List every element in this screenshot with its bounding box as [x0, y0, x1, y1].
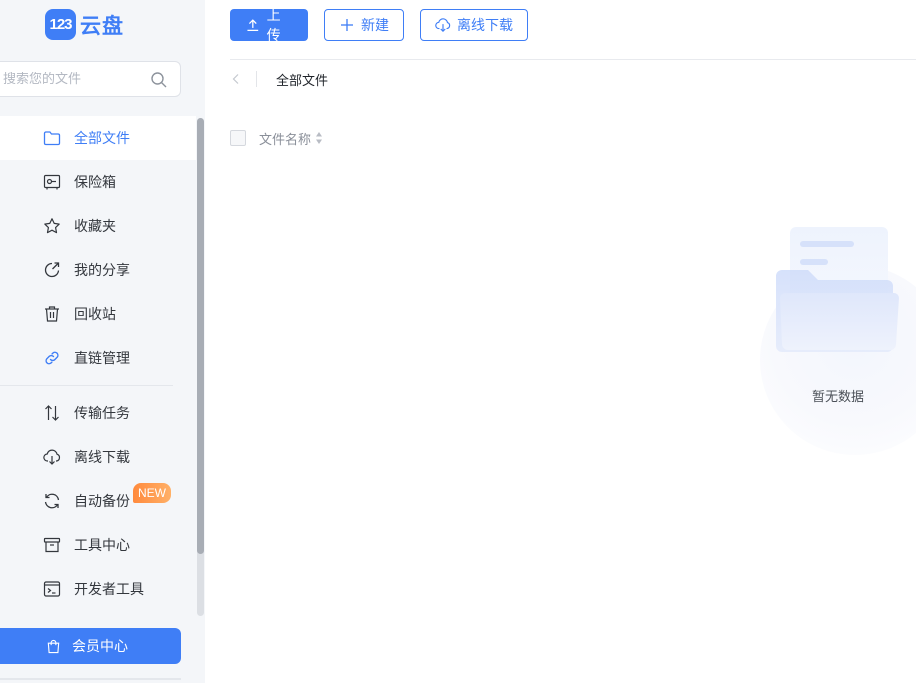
empty-state-text: 暂无数据: [812, 390, 865, 405]
sidebar-scrollbar[interactable]: [197, 118, 204, 616]
sidebar-item-label: 直链管理: [74, 351, 130, 367]
sidebar-item-label: 收藏夹: [74, 219, 116, 235]
terminal-icon: [42, 579, 62, 599]
cloud-download-icon: [435, 18, 451, 33]
toolbox-icon: [42, 535, 62, 555]
sync-icon: [42, 491, 62, 511]
logo-text: 云盘: [80, 13, 124, 38]
sidebar-item-label: 回收站: [74, 307, 116, 323]
sort-icon[interactable]: [315, 131, 323, 145]
upload-icon: [247, 19, 259, 32]
sidebar-item-tool-center[interactable]: 工具中心: [0, 523, 196, 567]
toolbar-divider: [230, 59, 916, 60]
logo-badge: 123: [45, 9, 76, 40]
cloud-download-icon: [42, 447, 62, 467]
toolbar: 上传 新建 离线下载: [230, 8, 528, 44]
search-box: [0, 61, 181, 97]
empty-folder-icon: [776, 227, 899, 352]
new-button[interactable]: 新建: [324, 9, 404, 41]
sidebar-item-label: 工具中心: [74, 538, 130, 554]
breadcrumb-current[interactable]: 全部文件: [276, 70, 328, 89]
sidebar-bottom-divider: [0, 678, 181, 680]
sidebar-item-transfer[interactable]: 传输任务: [0, 391, 196, 435]
app-window: 123 云盘 全部文件 保险箱: [0, 0, 916, 683]
empty-state: 暂无数据: [758, 220, 916, 455]
sidebar-item-offline-download[interactable]: 离线下载: [0, 435, 196, 479]
breadcrumb-separator: [256, 71, 257, 87]
sidebar-item-all-files[interactable]: 全部文件: [0, 116, 196, 160]
sidebar-item-favorites[interactable]: 收藏夹: [0, 204, 196, 248]
offline-download-button[interactable]: 离线下载: [420, 9, 528, 41]
select-all-checkbox[interactable]: [230, 130, 246, 146]
sidebar-item-label: 离线下载: [74, 450, 130, 466]
main-content: 上传 新建 离线下载 全部文件 文件名称 暂无数据: [205, 0, 916, 683]
sidebar-item-safe[interactable]: 保险箱: [0, 160, 196, 204]
vip-bag-icon: [47, 639, 60, 653]
star-icon: [42, 216, 62, 236]
sidebar-item-label: 开发者工具: [74, 582, 144, 598]
sidebar: 123 云盘 全部文件 保险箱: [0, 0, 205, 683]
scrollbar-thumb[interactable]: [197, 118, 204, 554]
sidebar-item-label: 我的分享: [74, 263, 130, 279]
new-badge: NEW: [133, 483, 171, 503]
search-input[interactable]: [3, 71, 143, 87]
sidebar-item-label: 传输任务: [74, 406, 130, 422]
column-file-name[interactable]: 文件名称: [259, 129, 311, 148]
offline-download-label: 离线下载: [457, 18, 513, 34]
folder-icon: [42, 128, 62, 148]
upload-label: 上传: [266, 8, 281, 44]
sidebar-divider: [0, 385, 173, 386]
transfer-icon: [42, 403, 62, 423]
sidebar-item-direct-link[interactable]: 直链管理: [0, 336, 196, 380]
link-icon: [42, 348, 62, 368]
logo[interactable]: 123 云盘: [45, 9, 124, 40]
sidebar-item-developer-tools[interactable]: 开发者工具: [0, 567, 196, 611]
sidebar-item-auto-backup[interactable]: 自动备份 NEW: [0, 479, 196, 523]
share-icon: [42, 260, 62, 280]
safe-icon: [42, 172, 62, 192]
plus-icon: [341, 19, 353, 31]
sidebar-item-label: 全部文件: [74, 131, 130, 147]
sidebar-item-label: 保险箱: [74, 175, 116, 191]
new-label: 新建: [361, 18, 389, 34]
sidebar-item-label: 自动备份: [74, 494, 130, 510]
breadcrumb: 全部文件: [230, 68, 328, 90]
vip-center-button[interactable]: 会员中心: [0, 628, 181, 664]
search-icon[interactable]: [150, 71, 168, 89]
sidebar-item-my-share[interactable]: 我的分享: [0, 248, 196, 292]
file-table-header: 文件名称: [230, 128, 323, 148]
upload-button[interactable]: 上传: [230, 8, 308, 44]
chevron-left-icon[interactable]: [230, 73, 242, 85]
sidebar-item-recycle-bin[interactable]: 回收站: [0, 292, 196, 336]
sidebar-nav: 全部文件 保险箱 收藏夹 我的分享 回收站 直链管理 传输任务 离线下载 自动备…: [0, 116, 196, 611]
trash-icon: [42, 304, 62, 324]
vip-center-label: 会员中心: [72, 639, 128, 655]
